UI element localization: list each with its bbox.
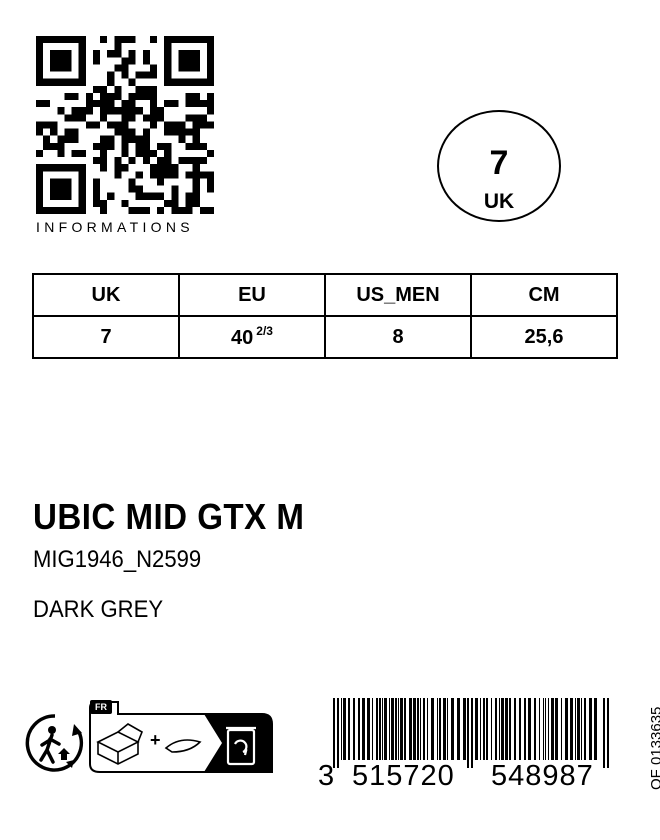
side-code: OF 0133635 xyxy=(648,706,660,790)
box-icon xyxy=(96,723,144,765)
paper-icon xyxy=(164,739,202,753)
size-badge-value: 7 xyxy=(489,144,509,182)
size-value-uk: 7 xyxy=(32,315,180,359)
size-badge: 7 UK xyxy=(437,110,561,222)
size-header-cm: CM xyxy=(470,273,618,317)
barcode-right-digits: 548987 xyxy=(491,760,594,792)
size-header-uk: UK xyxy=(32,273,180,317)
qr-caption: INFORMATIONS xyxy=(36,219,194,235)
size-value-us-men: 8 xyxy=(324,315,472,359)
size-value-eu-fraction: 2/3 xyxy=(256,324,273,338)
size-badge-unit: UK xyxy=(483,190,515,213)
size-header-eu: EU xyxy=(178,273,326,317)
barcode-first-digit: 3 xyxy=(318,760,335,792)
triman-icon xyxy=(25,714,84,772)
barcode xyxy=(333,698,609,768)
product-code: MIG1946_N2599 xyxy=(33,546,202,573)
size-table-header-row: UK EU US_MEN CM xyxy=(32,273,618,317)
plus-sign: + xyxy=(150,730,161,750)
size-table: UK EU US_MEN CM 7 40 2/3 8 25,6 xyxy=(32,273,618,359)
size-header-us-men: US_MEN xyxy=(324,273,472,317)
qr-code xyxy=(36,36,214,214)
size-table-value-row: 7 40 2/3 8 25,6 xyxy=(32,315,618,359)
recycling-info-panel xyxy=(89,701,273,773)
barcode-left-digits: 515720 xyxy=(352,760,455,792)
product-color: DARK GREY xyxy=(33,596,164,623)
size-value-eu-whole: 40 xyxy=(231,327,254,349)
size-value-cm: 25,6 xyxy=(470,315,618,359)
fr-badge: FR xyxy=(90,700,112,714)
size-value-eu: 40 2/3 xyxy=(178,315,326,359)
product-name: UBIC MID GTX M xyxy=(33,496,305,537)
